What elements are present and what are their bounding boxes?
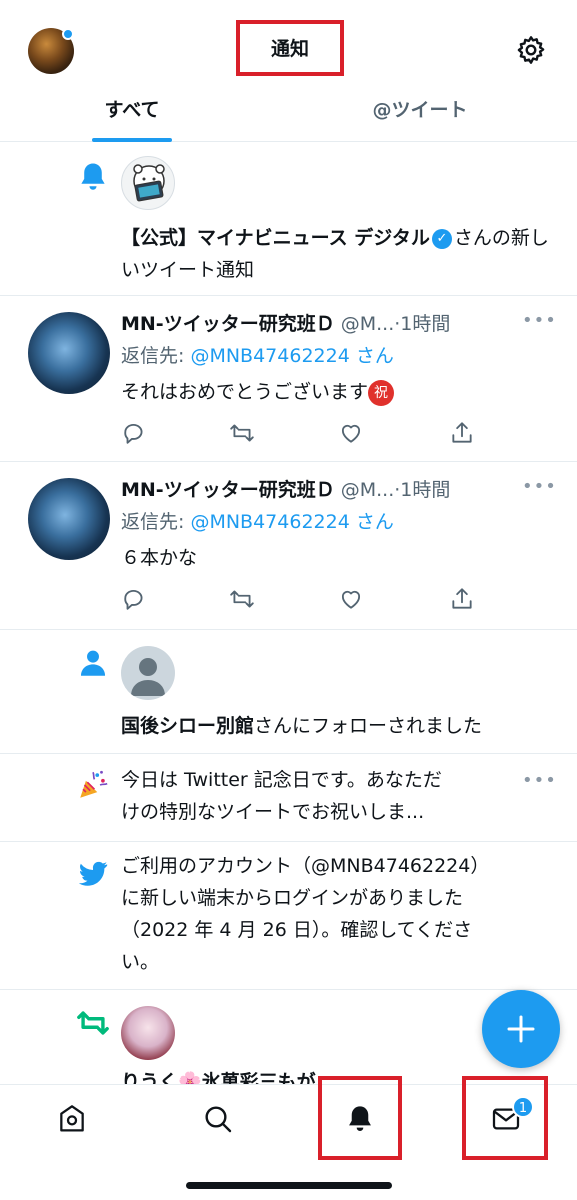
tweet-text: ６本かな bbox=[121, 547, 198, 569]
tab-all[interactable]: すべて bbox=[92, 88, 172, 142]
anniversary-line-1: 今日は Twitter 記念日です。あなただ bbox=[121, 769, 442, 791]
tab-bar: すべて @ツイート bbox=[0, 88, 577, 142]
party-popper-icon bbox=[80, 770, 108, 798]
author-handle: @M... bbox=[340, 479, 395, 501]
notification-text: 今日は Twitter 記念日です。あなただ けの特別なツイートでお祝いしま..… bbox=[121, 764, 551, 828]
more-options-icon[interactable]: ••• bbox=[522, 476, 557, 497]
highlight-box-notifications bbox=[318, 1076, 402, 1160]
account-name[interactable]: 【公式】マイナビニュース デジタル bbox=[121, 227, 430, 249]
tweet-row[interactable]: MN-ツイッター研究班Ｄ @M...·1時間 ••• 返信先: @MNB4746… bbox=[0, 296, 577, 462]
login-line-4: い。 bbox=[121, 951, 160, 973]
author-name[interactable]: MN-ツイッター研究班Ｄ bbox=[121, 479, 335, 501]
reply-context: 返信先: @MNB47462224 さん bbox=[121, 342, 394, 370]
tweet-actions bbox=[121, 586, 481, 616]
tweet-text: それはおめでとうございます bbox=[121, 381, 369, 403]
retweet-icon[interactable] bbox=[229, 420, 255, 446]
celebration-emoji: 祝 bbox=[368, 379, 395, 406]
follower-avatar[interactable] bbox=[121, 646, 175, 700]
reply-prefix: 返信先: bbox=[121, 345, 185, 367]
like-icon[interactable] bbox=[338, 420, 364, 446]
share-icon[interactable] bbox=[449, 586, 475, 612]
tab-mentions[interactable]: @ツイート bbox=[350, 88, 490, 142]
tweet-header: MN-ツイッター研究班Ｄ @M...·1時間 bbox=[121, 310, 450, 338]
notification-text: 【公式】マイナビニュース デジタル ✓ さんの新しいツイート通知 bbox=[121, 222, 551, 286]
home-icon[interactable] bbox=[56, 1103, 88, 1135]
notification-text: ご利用のアカウント（@MNB47462224） に新しい端末からログインがありま… bbox=[121, 850, 551, 978]
login-line-2: に新しい端末からログインがありました bbox=[121, 887, 464, 909]
reply-mention-link[interactable]: @MNB47462224 さん bbox=[190, 345, 393, 367]
person-icon bbox=[80, 650, 106, 676]
author-name[interactable]: MN-ツイッター研究班Ｄ bbox=[121, 313, 335, 335]
notification-anniversary[interactable]: ••• 今日は Twitter 記念日です。あなただ けの特別なツイートでお祝い… bbox=[0, 754, 577, 842]
reply-context: 返信先: @MNB47462224 さん bbox=[121, 508, 394, 536]
account-avatar[interactable] bbox=[121, 156, 175, 210]
reply-mention-link[interactable]: @MNB47462224 さん bbox=[190, 511, 393, 533]
tweet-actions bbox=[121, 420, 481, 450]
tweet-row[interactable]: MN-ツイッター研究班Ｄ @M...·1時間 ••• 返信先: @MNB4746… bbox=[0, 462, 577, 630]
tweet-time: ·1時間 bbox=[394, 479, 451, 501]
tab-mentions-label: @ツイート bbox=[372, 99, 468, 121]
plus-icon bbox=[507, 1015, 535, 1043]
notification-follow[interactable]: 国後シロー別館さんにフォローされました bbox=[0, 630, 577, 754]
search-icon[interactable] bbox=[202, 1103, 234, 1135]
more-options-icon[interactable]: ••• bbox=[522, 310, 557, 331]
follower-name[interactable]: 国後シロー別館 bbox=[121, 715, 254, 737]
retweet-icon bbox=[77, 1011, 109, 1035]
retweeter-avatar[interactable] bbox=[121, 1006, 175, 1060]
notification-login[interactable]: ご利用のアカウント（@MNB47462224） に新しい端末からログインがありま… bbox=[0, 842, 577, 990]
notification-suffix: さんにフォローされました bbox=[254, 715, 483, 737]
header: 通知 bbox=[0, 0, 577, 100]
highlight-box-messages bbox=[462, 1076, 548, 1160]
compose-tweet-button[interactable] bbox=[482, 990, 560, 1068]
notification-text: 国後シロー別館さんにフォローされました bbox=[121, 710, 551, 742]
default-avatar-icon bbox=[131, 658, 165, 696]
like-icon[interactable] bbox=[338, 586, 364, 612]
reply-prefix: 返信先: bbox=[121, 511, 185, 533]
bell-icon bbox=[81, 163, 105, 190]
reply-icon[interactable] bbox=[121, 586, 147, 612]
tweet-time: ·1時間 bbox=[394, 313, 451, 335]
twitter-bird-icon bbox=[78, 861, 108, 886]
bear-mascot-icon bbox=[133, 164, 165, 202]
home-indicator bbox=[186, 1182, 392, 1189]
login-line-3: （2022 年 4 月 26 日）。確認してくださ bbox=[121, 919, 473, 941]
tweet-header: MN-ツイッター研究班Ｄ @M...·1時間 bbox=[121, 476, 450, 504]
tweet-body: ６本かな bbox=[121, 544, 197, 572]
tab-all-label: すべて bbox=[104, 99, 160, 121]
tweet-body: それはおめでとうございます祝 bbox=[121, 378, 395, 406]
author-handle: @M... bbox=[340, 313, 395, 335]
reply-icon[interactable] bbox=[121, 420, 147, 446]
verified-badge-icon: ✓ bbox=[431, 228, 452, 249]
unread-indicator bbox=[62, 28, 74, 40]
author-avatar[interactable] bbox=[28, 312, 110, 394]
gear-icon[interactable] bbox=[515, 34, 547, 66]
notification-new-tweet[interactable]: 【公式】マイナビニュース デジタル ✓ さんの新しいツイート通知 bbox=[0, 142, 577, 296]
retweet-icon[interactable] bbox=[229, 586, 255, 612]
highlight-box-title bbox=[236, 20, 344, 76]
share-icon[interactable] bbox=[449, 420, 475, 446]
author-avatar[interactable] bbox=[28, 478, 110, 560]
anniversary-line-2: けの特別なツイートでお祝いしま... bbox=[121, 801, 425, 823]
login-line-1: ご利用のアカウント（@MNB47462224） bbox=[121, 855, 490, 877]
